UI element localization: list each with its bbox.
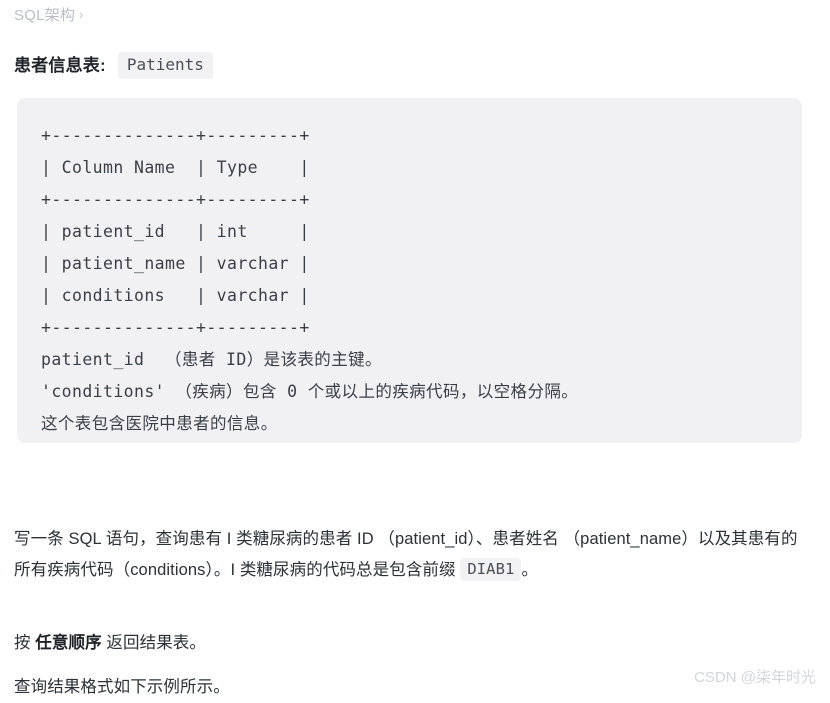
chevron-right-icon: ›: [79, 7, 84, 22]
table-title-row: 患者信息表: Patients: [14, 52, 213, 79]
page-title: 患者信息表:: [14, 55, 106, 75]
format-note: 查询结果格式如下示例所示。: [14, 672, 809, 703]
breadcrumb-item-sql-schema[interactable]: SQL架构: [14, 7, 75, 24]
schema-note-conditions: 'conditions' （疾病）包含 0 个或以上的疾病代码，以空格分隔。: [41, 382, 579, 401]
format-note-text: 查询结果格式如下示例所示。: [14, 677, 230, 696]
schema-note-primary-key: patient_id （患者 ID）是该表的主键。: [41, 350, 382, 369]
breadcrumb[interactable]: SQL架构 ›: [14, 4, 84, 27]
order-note: 按 任意顺序 返回结果表。: [14, 628, 809, 659]
order-note-prefix: 按: [14, 633, 31, 652]
order-note-emphasis: 任意顺序: [35, 633, 102, 652]
diab1-code-chip: DIAB1: [460, 557, 522, 581]
table-name-chip: Patients: [117, 52, 213, 79]
document-page: SQL架构 › 患者信息表: Patients +--------------+-…: [0, 0, 830, 697]
schema-code-block: +--------------+---------+ | Column Name…: [17, 98, 802, 443]
task-text-part1: 写一条 SQL 语句，查询患有 I 类糖尿病的患者 ID （patient_id…: [14, 529, 798, 579]
order-note-suffix: 返回结果表。: [106, 633, 206, 652]
task-text-part2: 。: [521, 560, 539, 579]
schema-ascii-table: +--------------+---------+ | Column Name…: [41, 126, 310, 337]
csdn-watermark: CSDN @柒年时光: [694, 669, 816, 686]
task-description: 写一条 SQL 语句，查询患有 I 类糖尿病的患者 ID （patient_id…: [14, 524, 809, 586]
schema-note-description: 这个表包含医院中患者的信息。: [41, 414, 278, 433]
